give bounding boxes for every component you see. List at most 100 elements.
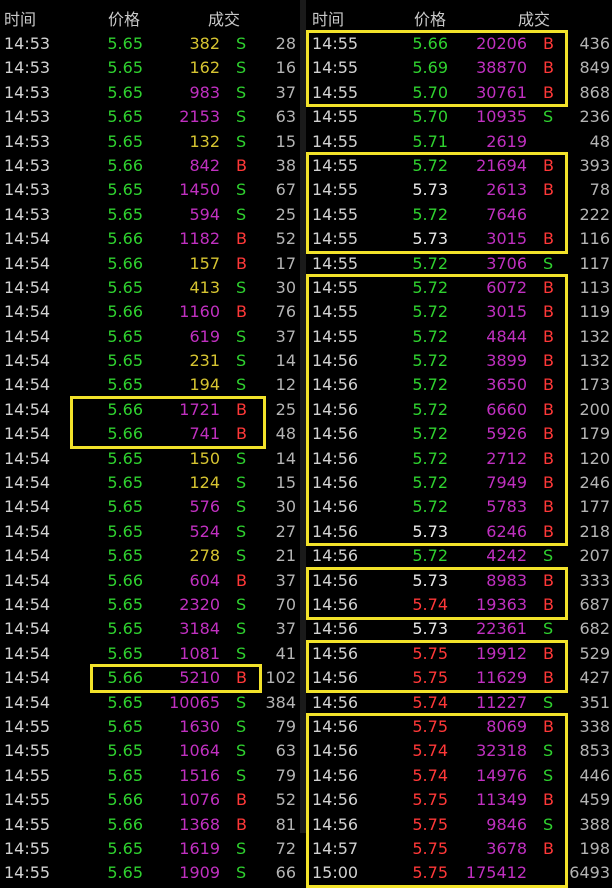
- trade-row[interactable]: 14:57 5.75 3678 B 198: [306, 837, 612, 861]
- trade-row[interactable]: 14:56 5.72 2712 B 120: [306, 447, 612, 471]
- trade-row[interactable]: 14:54 5.65 1081 S 41: [0, 642, 300, 666]
- trade-row[interactable]: 14:56 5.75 11629 B 427: [306, 666, 612, 690]
- trade-row[interactable]: 14:53 5.65 132 S 15: [0, 130, 300, 154]
- trade-volume: 6246: [486, 521, 527, 541]
- trade-row[interactable]: 14:56 5.74 14976 S 446: [306, 764, 612, 788]
- trade-row[interactable]: 15:00 5.75 175412 6493: [306, 861, 612, 885]
- trade-list-left[interactable]: 14:53 5.65 382 S 28 14:53 5.65 162 S 16 14:53 5.65 9…: [0, 32, 300, 886]
- trade-row[interactable]: 14:56 5.75 8069 B 338: [306, 715, 612, 739]
- trade-row[interactable]: 14:56 5.73 6246 B 218: [306, 520, 612, 544]
- trade-row[interactable]: 14:56 5.72 3650 B 173: [306, 373, 612, 397]
- trade-row[interactable]: 14:56 5.75 9846 S 388: [306, 813, 612, 837]
- trade-row[interactable]: 14:55 5.65 1516 S 79: [0, 764, 300, 788]
- trade-price: 5.66: [107, 399, 143, 419]
- trade-row[interactable]: 14:55 5.72 4844 B 132: [306, 325, 612, 349]
- trade-price: 5.70: [412, 107, 448, 127]
- trade-row[interactable]: 14:53 5.66 842 B 38: [0, 154, 300, 178]
- trade-row[interactable]: 14:55 5.71 2619 48: [306, 130, 612, 154]
- trade-row[interactable]: 14:53 5.65 162 S 16: [0, 56, 300, 80]
- trade-row[interactable]: 14:54 5.65 124 S 15: [0, 471, 300, 495]
- trade-row[interactable]: 14:54 5.65 524 S 27: [0, 520, 300, 544]
- trade-row[interactable]: 14:56 5.72 5783 B 177: [306, 495, 612, 519]
- trade-volume: 1721: [179, 399, 220, 419]
- trade-row[interactable]: 14:56 5.74 19363 B 687: [306, 593, 612, 617]
- trade-row[interactable]: 14:54 5.65 194 S 12: [0, 373, 300, 397]
- trade-side-indicator: B: [236, 790, 247, 810]
- trade-row[interactable]: 14:56 5.75 19912 B 529: [306, 642, 612, 666]
- trade-time: 14:53: [4, 82, 51, 102]
- trade-time: 14:54: [4, 277, 51, 297]
- trade-count: 218: [579, 521, 610, 541]
- trade-row[interactable]: 14:53 5.65 382 S 28: [0, 32, 300, 56]
- trade-row[interactable]: 14:56 5.74 32318 S 853: [306, 739, 612, 763]
- trade-row[interactable]: 14:56 5.73 22361 S 682: [306, 617, 612, 641]
- trade-row[interactable]: 14:55 5.70 30761 B 868: [306, 81, 612, 105]
- trade-side-indicator: B: [543, 497, 554, 517]
- trade-time: 14:54: [4, 399, 51, 419]
- trade-row[interactable]: 14:55 5.65 1619 S 72: [0, 837, 300, 861]
- trade-row[interactable]: 14:55 5.65 1630 S 79: [0, 715, 300, 739]
- trade-time: 14:53: [4, 107, 51, 127]
- trade-price: 5.65: [107, 58, 143, 78]
- trade-time: 14:55: [312, 302, 359, 322]
- trade-count: 15: [275, 473, 296, 493]
- trade-row[interactable]: 14:53 5.65 983 S 37: [0, 81, 300, 105]
- trade-side-indicator: S: [236, 204, 247, 224]
- trade-count: 198: [579, 838, 610, 858]
- trade-row[interactable]: 14:55 5.66 20206 B 436: [306, 32, 612, 56]
- trade-time: 14:56: [312, 790, 359, 810]
- trade-row[interactable]: 14:55 5.69 38870 B 849: [306, 56, 612, 80]
- trade-row[interactable]: 14:55 5.72 21694 B 393: [306, 154, 612, 178]
- trade-row[interactable]: 14:56 5.72 5926 B 179: [306, 422, 612, 446]
- trade-row[interactable]: 14:55 5.73 2613 B 78: [306, 178, 612, 202]
- trade-row[interactable]: 14:56 5.74 11227 S 351: [306, 691, 612, 715]
- trade-row[interactable]: 14:54 5.66 1160 B 76: [0, 300, 300, 324]
- trade-time: 14:55: [4, 790, 51, 810]
- trade-row[interactable]: 14:55 5.72 3706 S 117: [306, 252, 612, 276]
- trade-count: 119: [579, 302, 610, 322]
- trade-price: 5.66: [107, 790, 143, 810]
- trade-row[interactable]: 14:55 5.72 7646 222: [306, 203, 612, 227]
- trade-row[interactable]: 14:55 5.66 1076 B 52: [0, 788, 300, 812]
- trade-side-indicator: B: [543, 668, 554, 688]
- trade-row[interactable]: 14:54 5.65 576 S 30: [0, 495, 300, 519]
- trade-row[interactable]: 14:54 5.65 619 S 37: [0, 325, 300, 349]
- trade-row[interactable]: 14:56 5.73 8983 B 333: [306, 569, 612, 593]
- trade-row[interactable]: 14:54 5.66 1721 B 25: [0, 398, 300, 422]
- trade-row[interactable]: 14:55 5.73 3015 B 116: [306, 227, 612, 251]
- trade-row[interactable]: 14:54 5.65 3184 S 37: [0, 617, 300, 641]
- trade-row[interactable]: 14:55 5.70 10935 S 236: [306, 105, 612, 129]
- trade-row[interactable]: 14:56 5.72 6660 B 200: [306, 398, 612, 422]
- trade-row[interactable]: 14:55 5.72 6072 B 113: [306, 276, 612, 300]
- trade-row[interactable]: 14:54 5.65 413 S 30: [0, 276, 300, 300]
- trade-row[interactable]: 14:56 5.72 3899 B 132: [306, 349, 612, 373]
- trade-row[interactable]: 14:56 5.72 7949 B 246: [306, 471, 612, 495]
- trade-side-indicator: B: [543, 82, 554, 102]
- trade-list-right[interactable]: 14:55 5.66 20206 B 436 14:55 5.69 38870 B 849 14:5…: [306, 32, 612, 886]
- trade-row[interactable]: 14:56 5.72 4242 S 207: [306, 544, 612, 568]
- trade-row[interactable]: 14:55 5.65 1064 S 63: [0, 739, 300, 763]
- trade-volume: 11227: [476, 692, 527, 712]
- trade-row[interactable]: 14:54 5.65 2320 S 70: [0, 593, 300, 617]
- trade-row[interactable]: 14:54 5.65 10065 S 384: [0, 691, 300, 715]
- trade-row[interactable]: 14:55 5.66 1368 B 81: [0, 813, 300, 837]
- trade-row[interactable]: 14:54 5.65 150 S 14: [0, 447, 300, 471]
- trade-count: 17: [275, 253, 296, 273]
- trade-time: 14:56: [312, 692, 359, 712]
- trade-row[interactable]: 14:53 5.65 1450 S 67: [0, 178, 300, 202]
- trade-time: 14:55: [312, 131, 359, 151]
- trade-row[interactable]: 14:54 5.66 157 B 17: [0, 252, 300, 276]
- trade-row[interactable]: 14:54 5.65 278 S 21: [0, 544, 300, 568]
- trade-time: 14:57: [312, 838, 359, 858]
- trade-row[interactable]: 14:53 5.65 2153 S 63: [0, 105, 300, 129]
- trade-row[interactable]: 14:53 5.65 594 S 25: [0, 203, 300, 227]
- trade-volume: 1909: [179, 863, 220, 883]
- trade-row[interactable]: 14:56 5.75 11349 B 459: [306, 788, 612, 812]
- trade-row[interactable]: 14:55 5.65 1909 S 66: [0, 861, 300, 885]
- trade-row[interactable]: 14:54 5.65 231 S 14: [0, 349, 300, 373]
- trade-row[interactable]: 14:54 5.66 5210 B 102: [0, 666, 300, 690]
- trade-row[interactable]: 14:54 5.66 604 B 37: [0, 569, 300, 593]
- trade-row[interactable]: 14:54 5.66 1182 B 52: [0, 227, 300, 251]
- trade-row[interactable]: 14:55 5.72 3015 B 119: [306, 300, 612, 324]
- trade-row[interactable]: 14:54 5.66 741 B 48: [0, 422, 300, 446]
